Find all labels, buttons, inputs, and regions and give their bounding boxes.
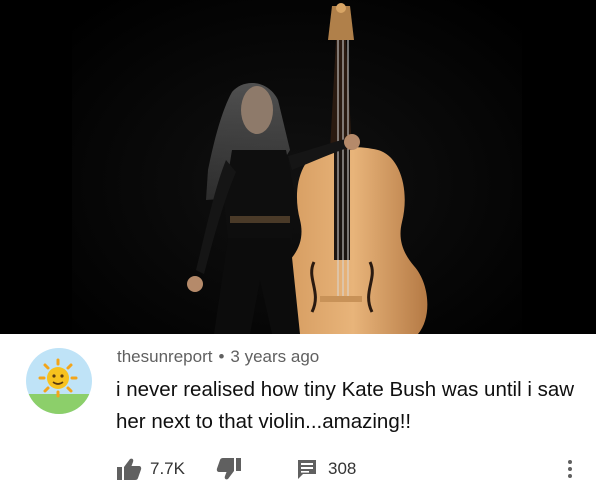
sun-avatar-icon[interactable]	[26, 348, 92, 414]
dislike-button[interactable]	[216, 452, 242, 486]
video-still-image	[0, 0, 596, 334]
more-vertical-icon[interactable]	[558, 456, 582, 482]
comment-item: thesunreport • 3 years ago i never realise…	[0, 334, 596, 500]
comment-meta: thesunreport • 3 years ago	[117, 347, 319, 367]
comment-time: 3 years ago	[230, 347, 320, 366]
video-player-frame[interactable]	[0, 0, 596, 334]
reply-button[interactable]: 308	[296, 452, 356, 486]
comment-author[interactable]: thesunreport	[117, 347, 212, 366]
meta-separator: •	[218, 347, 225, 366]
like-button[interactable]: 7.7K	[116, 452, 185, 486]
comment-text: i never realised how tiny Kate Bush was …	[116, 378, 575, 433]
reply-count: 308	[328, 459, 357, 478]
comment-actions: 7.7K 308	[0, 452, 596, 486]
like-count: 7.7K	[150, 459, 185, 478]
reply-comment-icon	[296, 458, 318, 480]
thumbs-up-icon	[116, 457, 142, 481]
thumbs-down-icon	[216, 457, 242, 481]
